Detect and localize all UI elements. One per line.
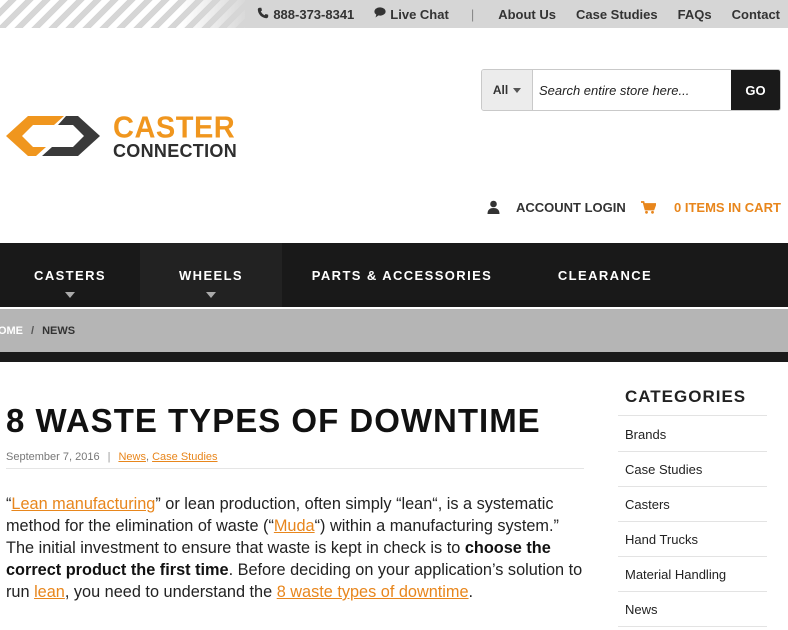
search-go-button[interactable]: GO	[731, 70, 780, 110]
search-input[interactable]	[533, 70, 731, 110]
category-item-hand-trucks[interactable]: Hand Trucks	[625, 532, 698, 547]
phone-link[interactable]: 888-373-8341	[257, 7, 354, 22]
post-divider	[6, 468, 584, 469]
chat-bubble-icon	[374, 7, 386, 21]
breadcrumb-band	[0, 352, 788, 362]
page-title: 8 WASTE TYPES OF DOWNTIME	[6, 402, 541, 439]
post-category-news-link[interactable]: News	[118, 451, 146, 463]
nav-item-casters[interactable]: CASTERS	[0, 243, 140, 307]
top-links: 888-373-8341 Live Chat | About Us Case S…	[257, 0, 780, 28]
shopping-cart-icon	[641, 200, 656, 214]
phone-icon	[257, 7, 269, 22]
nav-item-clearance[interactable]: CLEARANCE	[522, 243, 688, 307]
logo-text-connection: CONNECTION	[113, 141, 237, 161]
chevron-down-icon	[513, 87, 522, 93]
live-chat-link[interactable]: Live Chat	[374, 7, 449, 22]
breadcrumb-current: NEWS	[42, 324, 76, 337]
lean-manufacturing-link[interactable]: Lean manufacturing	[11, 495, 155, 513]
breadcrumb-separator: /	[31, 324, 35, 337]
dropdown-caret-icon	[206, 292, 216, 298]
category-divider	[618, 415, 767, 416]
category-divider	[618, 521, 767, 522]
breadcrumb-home-link[interactable]: HOME	[0, 325, 23, 337]
site-logo[interactable]: CASTER CONNECTION	[6, 111, 246, 162]
top-bar: 888-373-8341 Live Chat | About Us Case S…	[0, 0, 788, 28]
top-links-separator: |	[470, 6, 475, 22]
search-scope-dropdown[interactable]: All	[482, 70, 533, 110]
post-category-case-studies-link[interactable]: Case Studies	[152, 451, 217, 463]
contact-link[interactable]: Contact	[732, 7, 780, 22]
post-date: September 7, 2016	[6, 451, 100, 463]
dropdown-caret-icon	[65, 292, 75, 298]
breadcrumb: HOME / NEWS	[0, 309, 788, 352]
logo-mark-icon	[6, 116, 100, 156]
nav-item-parts-accessories[interactable]: PARTS & ACCESSORIES	[282, 243, 522, 307]
about-us-link[interactable]: About Us	[498, 7, 556, 22]
search-bar: All GO	[481, 69, 781, 111]
muda-link[interactable]: Muda	[274, 517, 315, 535]
category-item-brands[interactable]: Brands	[625, 427, 666, 442]
post-meta: September 7, 2016 | News, Case Studies	[6, 451, 218, 463]
faqs-link[interactable]: FAQs	[678, 7, 712, 22]
category-item-news[interactable]: News	[625, 602, 658, 617]
user-icon	[487, 200, 500, 214]
cart-link[interactable]: 0 ITEMS IN CART	[641, 197, 781, 217]
post-meta-separator: |	[107, 451, 111, 463]
category-divider	[618, 626, 767, 627]
main-nav: CASTERS WHEELS PARTS & ACCESSORIES CLEAR…	[0, 243, 788, 307]
category-divider	[618, 556, 767, 557]
lean-link[interactable]: lean	[34, 583, 65, 601]
category-divider	[618, 591, 767, 592]
category-divider	[618, 486, 767, 487]
waste-types-link[interactable]: 8 waste types of downtime	[277, 583, 469, 601]
case-studies-link[interactable]: Case Studies	[576, 7, 658, 22]
account-login-link[interactable]: ACCOUNT LOGIN	[487, 197, 626, 217]
category-divider	[618, 451, 767, 452]
categories-heading: CATEGORIES	[625, 387, 747, 406]
article-paragraph: “Lean manufacturing” or lean production,…	[6, 495, 583, 601]
category-item-material-handling[interactable]: Material Handling	[625, 567, 726, 582]
category-item-casters[interactable]: Casters	[625, 497, 670, 512]
category-item-case-studies[interactable]: Case Studies	[625, 462, 702, 477]
nav-item-wheels[interactable]: WHEELS	[140, 243, 282, 307]
